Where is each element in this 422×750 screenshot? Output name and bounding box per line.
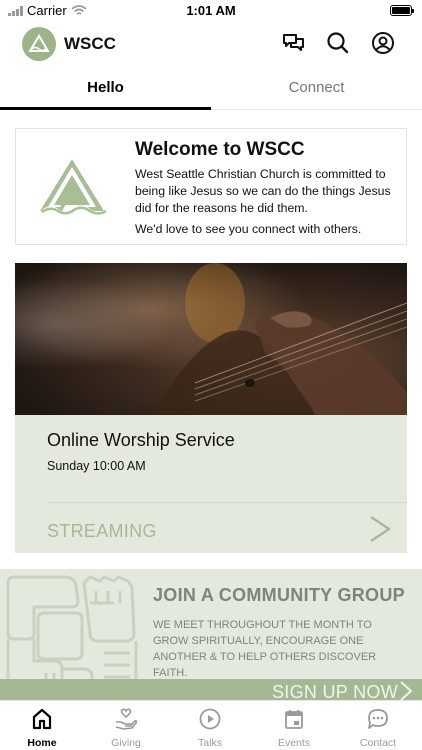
- community-body: WE MEET THROUGHOUT THE MONTH TO GROW SPI…: [153, 619, 377, 679]
- chevron-right-icon[interactable]: [367, 515, 393, 548]
- play-icon: [168, 707, 252, 731]
- welcome-card[interactable]: Welcome to WSCC West Seattle Christian C…: [15, 128, 407, 245]
- worship-card[interactable]: Online Worship Service Sunday 10:00 AM S…: [15, 263, 407, 553]
- community-group-banner[interactable]: JOIN A COMMUNITY GROUP WE MEET THROUGHOU…: [0, 569, 422, 700]
- home-icon: [0, 707, 84, 731]
- search-icon[interactable]: [325, 30, 351, 56]
- tab-connect[interactable]: Connect: [211, 70, 422, 110]
- welcome-title: Welcome to WSCC: [135, 139, 305, 160]
- app-title: WSCC: [64, 34, 116, 53]
- nav-events[interactable]: Events: [252, 707, 336, 750]
- worship-time: Sunday 10:00 AM: [47, 459, 146, 473]
- profile-icon[interactable]: [370, 30, 396, 56]
- nav-giving[interactable]: Giving: [84, 707, 168, 750]
- worship-title: Online Worship Service: [47, 430, 235, 450]
- mountain-logo-icon: [38, 155, 108, 222]
- status-time: 1:01 AM: [186, 3, 236, 18]
- nav-giving-label: Giving: [111, 737, 141, 749]
- streaming-link[interactable]: STREAMING: [47, 521, 157, 542]
- chevron-right-icon: [400, 681, 413, 700]
- bottom-nav: Home Giving Talks Events Contact: [0, 700, 422, 750]
- nav-contact-label: Contact: [359, 737, 397, 749]
- guitar-photo: [15, 263, 407, 415]
- welcome-body: West Seattle Christian Church is committ…: [135, 167, 391, 215]
- tab-hello[interactable]: Hello: [0, 70, 211, 110]
- calendar-icon: [252, 707, 336, 731]
- signup-label: SIGN UP NOW: [272, 682, 398, 700]
- nav-home[interactable]: Home: [0, 707, 84, 750]
- status-bar: Carrier 1:01 AM: [0, 0, 422, 22]
- app-header: WSCC: [0, 24, 422, 64]
- chat-icon: [336, 707, 420, 731]
- giving-icon: [84, 707, 168, 731]
- nav-talks-label: Talks: [198, 737, 222, 749]
- nav-contact[interactable]: Contact: [336, 707, 420, 750]
- divider: [47, 502, 407, 503]
- messages-icon[interactable]: [280, 30, 306, 56]
- nav-talks[interactable]: Talks: [168, 707, 252, 750]
- nav-events-label: Events: [277, 737, 311, 749]
- app-logo: [22, 27, 56, 61]
- nav-home-label: Home: [27, 737, 57, 749]
- tab-bar: Hello Connect: [0, 70, 422, 110]
- battery-icon: [390, 5, 414, 16]
- community-title: JOIN A COMMUNITY GROUP: [153, 585, 405, 605]
- welcome-subtext: We'd love to see you connect with others…: [135, 222, 362, 236]
- signup-button[interactable]: SIGN UP NOW: [0, 679, 422, 700]
